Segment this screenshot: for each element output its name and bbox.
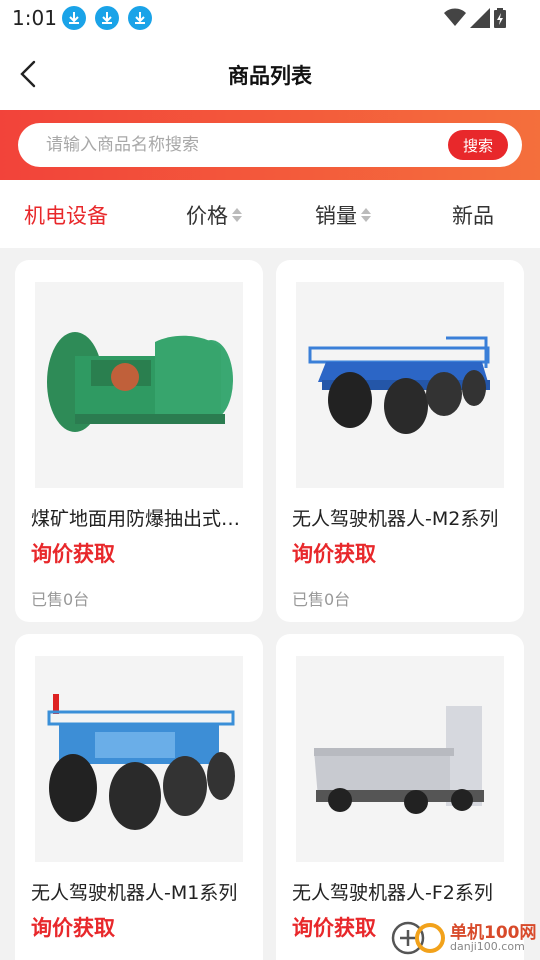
search-input[interactable] xyxy=(46,123,436,167)
product-price: 询价获取 xyxy=(292,916,376,940)
download-icon xyxy=(128,6,152,30)
filter-tab-sales[interactable]: 销量 xyxy=(315,200,371,230)
watermark-logo-icon xyxy=(391,921,445,955)
product-card[interactable]: 无人驾驶机器人-F2系列 询价获取 xyxy=(276,634,524,960)
status-time: 1:01 xyxy=(12,6,57,30)
search-button[interactable]: 搜索 xyxy=(448,130,508,160)
product-image xyxy=(35,656,243,862)
product-image xyxy=(296,656,504,862)
product-card[interactable]: 无人驾驶机器人-M1系列 询价获取 xyxy=(15,634,263,960)
search-band: 搜索 xyxy=(0,110,540,180)
product-sold-count: 已售0台 xyxy=(31,590,90,609)
watermark-subtitle: danji100.com xyxy=(450,940,525,953)
filter-tab-label: 新品 xyxy=(452,204,494,228)
site-watermark: 单机100网 danji100.com xyxy=(390,916,538,958)
filter-tab-price[interactable]: 价格 xyxy=(186,200,242,230)
download-icon xyxy=(95,6,119,30)
product-price: 询价获取 xyxy=(31,916,115,940)
product-price: 询价获取 xyxy=(31,542,115,566)
filter-tab-label: 销量 xyxy=(315,204,357,228)
filter-tab-new[interactable]: 新品 xyxy=(452,200,494,230)
filter-tab-label: 价格 xyxy=(186,204,228,228)
filter-tab-label: 机电设备 xyxy=(24,204,108,228)
download-icon xyxy=(62,6,86,30)
battery-icon xyxy=(494,8,506,32)
product-name: 无人驾驶机器人-F2系列 xyxy=(292,882,493,904)
status-bar: 1:01 xyxy=(0,0,540,36)
page-title: 商品列表 xyxy=(228,64,312,88)
app-header: 商品列表 xyxy=(0,36,540,110)
filter-tab-category[interactable]: 机电设备 xyxy=(24,200,108,230)
signal-icon xyxy=(470,8,490,32)
product-name: 无人驾驶机器人-M1系列 xyxy=(31,882,238,904)
product-card[interactable]: 无人驾驶机器人-M2系列 询价获取 已售0台 xyxy=(276,260,524,622)
product-sold-count: 已售0台 xyxy=(292,590,351,609)
sort-icon xyxy=(361,207,371,223)
search-box: 搜索 xyxy=(18,123,522,167)
product-card[interactable]: 煤矿地面用防爆抽出式对旋轴流通风机 询价获取 已售0台 xyxy=(15,260,263,622)
product-image xyxy=(35,282,243,488)
filter-bar: 机电设备 价格 销量 新品 xyxy=(0,180,540,248)
sort-icon xyxy=(232,207,242,223)
wifi-icon xyxy=(444,8,466,32)
product-price: 询价获取 xyxy=(292,542,376,566)
product-name: 无人驾驶机器人-M2系列 xyxy=(292,508,499,530)
product-image xyxy=(296,282,504,488)
product-name: 煤矿地面用防爆抽出式对旋轴流通风机 xyxy=(31,508,249,530)
